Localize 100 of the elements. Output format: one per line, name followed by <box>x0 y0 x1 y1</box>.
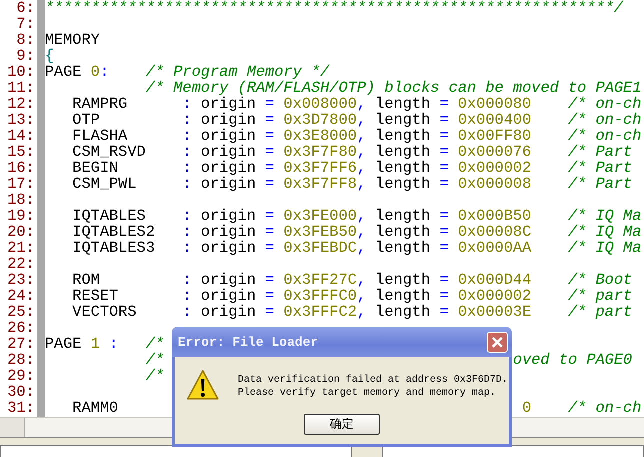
operator: = <box>440 112 449 128</box>
code-comment: /* part <box>568 304 632 320</box>
line-number: 18: <box>6 192 36 208</box>
operator: : <box>182 160 192 176</box>
operator: : <box>182 176 192 192</box>
operator: : <box>182 208 192 224</box>
code-text: FLASHA <box>72 128 128 144</box>
number-literal: 0x3F7FF8 <box>284 176 358 192</box>
code-text: length <box>375 144 431 160</box>
line-number: 27: <box>6 336 36 352</box>
code-text: length <box>375 224 431 240</box>
operator: = <box>440 288 449 304</box>
line-number: 24: <box>6 288 36 304</box>
number-literal: 0x3F7F80 <box>284 144 358 160</box>
line-number: 10: <box>6 64 36 80</box>
code-text: IQTABLES <box>72 208 146 224</box>
code-comment: /* Program Memory */ <box>146 64 330 80</box>
operator: = <box>265 160 274 176</box>
code-text: length <box>375 304 431 320</box>
line-number: 21: <box>6 240 36 256</box>
operator: = <box>440 224 449 240</box>
operator: = <box>265 240 274 256</box>
operator: , <box>357 112 366 128</box>
operator: = <box>440 304 449 320</box>
code-comment: /* on-ch <box>568 400 642 416</box>
code-text: length <box>375 160 431 176</box>
operator: = <box>265 144 274 160</box>
code-comment: /* Part <box>568 160 632 176</box>
line-number: 22: <box>6 256 36 272</box>
code-text: origin <box>201 112 256 128</box>
operator: , <box>357 288 366 304</box>
operator: : <box>182 112 192 128</box>
number-literal: 0x3D7800 <box>284 112 358 128</box>
code-comment: **************************************************************/ <box>45 0 624 16</box>
operator: , <box>357 96 366 112</box>
operator: = <box>265 176 274 192</box>
operator: = <box>265 272 274 288</box>
code-comment: /* Boot <box>568 272 632 288</box>
code-comment: /* on-ch <box>568 128 642 144</box>
number-literal: 0x00003E <box>458 304 532 320</box>
operator: , <box>357 224 366 240</box>
code-comment: /* Part <box>568 144 632 160</box>
code-text: BEGIN <box>72 160 118 176</box>
line-number: 23: <box>6 272 36 288</box>
line-number: 25: <box>6 304 36 320</box>
number-literal: 0x3FF27C <box>284 272 358 288</box>
line-number: 20: <box>6 224 36 240</box>
number-literal: 0x3FFFC0 <box>284 288 358 304</box>
number-literal: 0x000002 <box>458 288 532 304</box>
line-number: 8: <box>16 32 36 48</box>
number-literal: 0x0000AA <box>458 240 532 256</box>
error-message: Data verification failed at address 0x3F6D7D. <box>238 374 508 387</box>
code-comment: /* <box>146 368 164 384</box>
code-text: RESET <box>72 288 118 304</box>
operator: : <box>109 336 118 352</box>
operator: = <box>265 96 274 112</box>
code-text: origin <box>201 176 256 192</box>
operator: = <box>265 128 274 144</box>
line-number: 30: <box>6 384 36 400</box>
operator: = <box>440 272 449 288</box>
code-text: length <box>375 112 431 128</box>
line-number: 19: <box>6 208 36 224</box>
number-literal: 0x000076 <box>458 144 532 160</box>
code-text: RAMPRG <box>72 96 128 112</box>
code-text: ROM <box>72 272 100 288</box>
code-text: origin <box>201 224 256 240</box>
line-number: 7: <box>16 16 36 32</box>
operator: : <box>100 64 110 80</box>
number-literal: 0x008000 <box>284 96 358 112</box>
code-text: length <box>375 128 431 144</box>
number-literal: 0x3FFFC2 <box>284 304 358 320</box>
operator: , <box>357 240 366 256</box>
operator: = <box>440 176 449 192</box>
operator: = <box>265 304 274 320</box>
operator: = <box>265 112 274 128</box>
number-literal: 0x3FEBDC <box>284 240 358 256</box>
code-text: origin <box>201 208 256 224</box>
code-comment: /* IQ Ma <box>568 208 642 224</box>
number-literal: 0x000D44 <box>458 272 532 288</box>
line-number: 15: <box>6 144 36 160</box>
line-number: 31: <box>6 400 36 416</box>
code-text: IQTABLES3 <box>72 240 156 256</box>
code-comment: /* part <box>568 288 632 304</box>
line-number: 14: <box>6 128 36 144</box>
ok-button[interactable]: 确定 <box>304 414 380 435</box>
operator: , <box>357 144 366 160</box>
code-text: origin <box>201 304 256 320</box>
code-text: OTP <box>72 112 100 128</box>
operator: = <box>440 96 449 112</box>
number-literal: 0x000002 <box>458 160 532 176</box>
number-literal: 0x3FEB50 <box>284 224 358 240</box>
close-button[interactable] <box>487 332 508 352</box>
line-number: 11: <box>6 80 36 96</box>
number-literal: 0 <box>90 64 100 80</box>
code-comment: oved to PAGE0 <box>513 352 632 368</box>
line-number: 29: <box>6 368 36 384</box>
code-text: length <box>375 176 431 192</box>
code-comment: /* Part <box>568 176 632 192</box>
operator: , <box>357 160 366 176</box>
operator: : <box>182 96 192 112</box>
